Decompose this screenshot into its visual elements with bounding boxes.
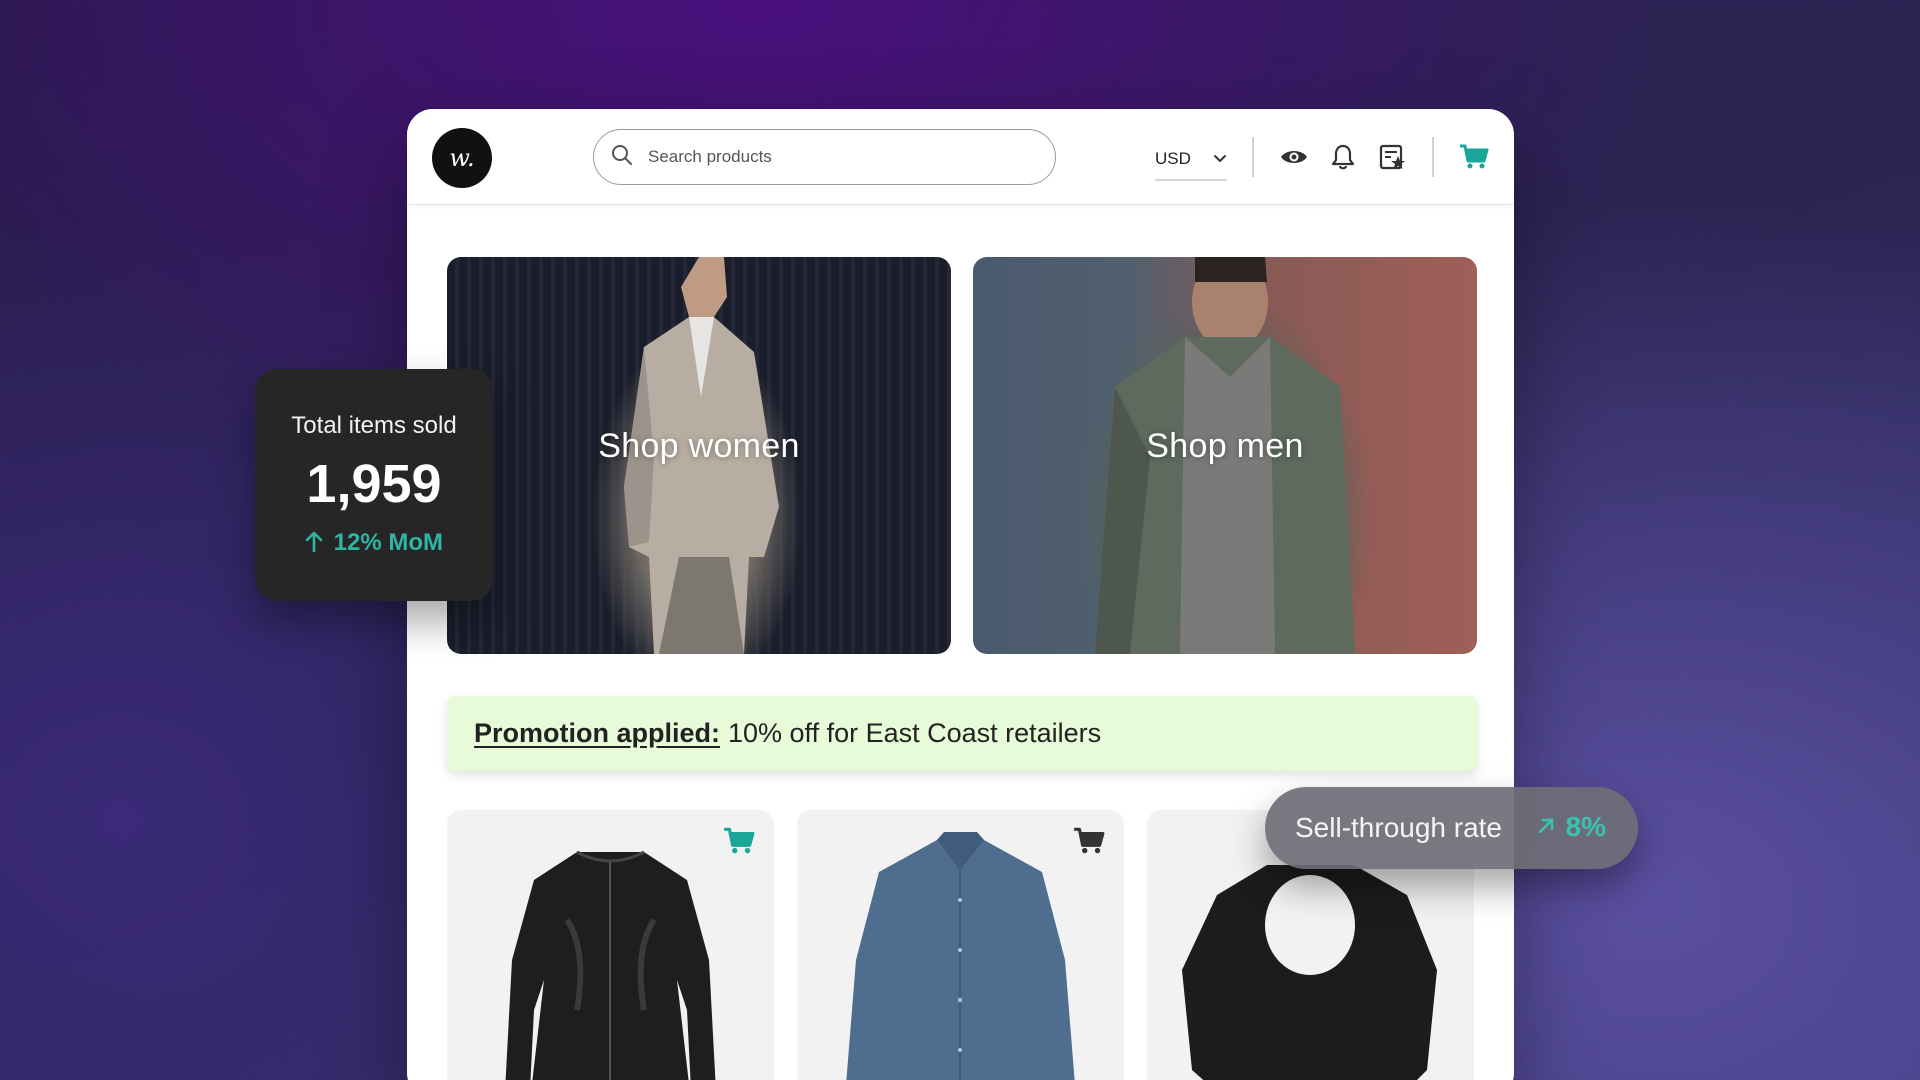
promotion-banner: Promotion applied: 10% off for East Coas… — [447, 696, 1477, 771]
bell-icon[interactable] — [1327, 141, 1359, 173]
stat-change-value: 12% MoM — [333, 529, 444, 556]
storefront-window: w. USD — [407, 109, 1514, 1080]
leather-dress-image — [505, 850, 716, 1080]
sell-through-value-group: 8% — [1536, 811, 1606, 843]
shop-women-label: Shop women — [598, 427, 800, 465]
divider — [1432, 137, 1434, 177]
shop-men-tile[interactable]: Shop men — [973, 257, 1477, 654]
stat-title: Total items sold — [291, 412, 457, 439]
stat-change: 12% MoM — [255, 529, 493, 557]
total-items-sold-card: Total items sold 1,959 12% MoM — [255, 369, 493, 601]
logo-text: w. — [449, 144, 475, 172]
sell-through-value: 8% — [1565, 811, 1606, 842]
sell-through-rate-pill: Sell-through rate 8% — [1265, 787, 1638, 869]
arrow-up-right-icon — [1536, 811, 1556, 843]
search-box[interactable] — [593, 129, 1056, 185]
promotion-text: 10% off for East Coast retailers — [728, 718, 1102, 748]
currency-value: USD — [1155, 149, 1191, 168]
arrow-up-icon — [305, 529, 334, 556]
currency-select[interactable]: USD — [1155, 139, 1227, 181]
brand-logo[interactable]: w. — [432, 128, 492, 188]
divider — [1252, 137, 1254, 177]
promotion-label[interactable]: Promotion applied: — [474, 718, 720, 749]
search-icon — [610, 143, 634, 172]
product-card-leather-dress[interactable] — [447, 810, 774, 1080]
shop-women-tile[interactable]: Shop women — [447, 257, 951, 654]
stat-value: 1,959 — [306, 454, 442, 514]
product-card-blue-shirt[interactable] — [797, 810, 1124, 1080]
top-bar: w. USD — [407, 109, 1514, 205]
shop-men-label: Shop men — [1146, 427, 1304, 465]
search-input[interactable] — [648, 147, 1008, 167]
eye-icon[interactable] — [1278, 141, 1310, 173]
cart-icon[interactable] — [1458, 141, 1490, 173]
chevron-down-icon — [1213, 149, 1227, 169]
blue-shirt-image — [846, 832, 1075, 1080]
favorites-list-icon[interactable] — [1376, 141, 1408, 173]
sell-through-label: Sell-through rate — [1295, 812, 1503, 843]
